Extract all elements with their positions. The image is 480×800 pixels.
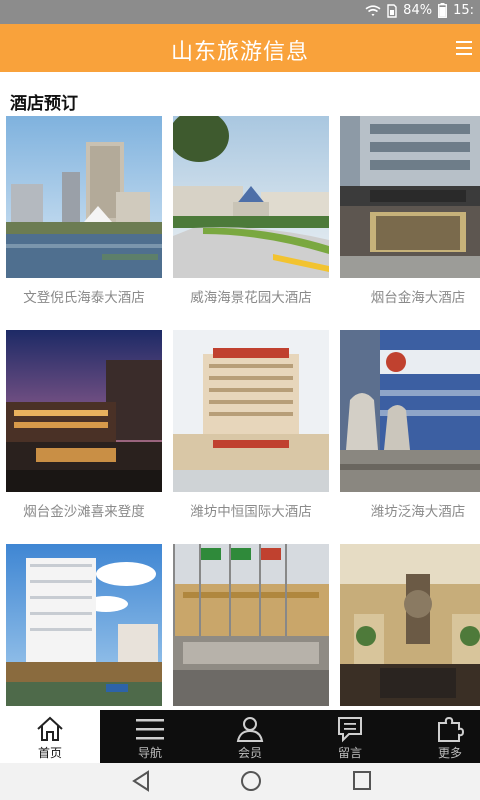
hotel-card[interactable]: 潍坊泛海大酒店 [340, 330, 480, 536]
tab-message[interactable]: 留言 [300, 710, 400, 763]
hotel-name: 烟台金海大酒店 [370, 290, 466, 306]
puzzle-icon [438, 716, 465, 742]
back-icon[interactable] [131, 770, 151, 792]
tab-home[interactable]: 首页 [0, 710, 100, 763]
hotel-photo [340, 116, 480, 278]
tab-more[interactable]: 更多 [400, 710, 480, 763]
hotel-photo [173, 116, 329, 278]
app-header: 山东旅游信息 [0, 24, 480, 72]
hotel-name: 潍坊中恒国际大酒店 [190, 504, 312, 520]
wifi-icon [365, 4, 381, 16]
hotel-photo [340, 544, 480, 706]
hotel-card[interactable]: 潍坊中恒国际大酒店 [173, 330, 329, 536]
home-circle-icon[interactable] [240, 770, 262, 792]
status-bar: 84% 15: [0, 0, 480, 24]
home-icon [37, 716, 63, 741]
menu-icon-line [456, 53, 472, 55]
tab-label: 首页 [37, 746, 62, 760]
hotel-photo [6, 330, 162, 492]
hotel-photo [6, 116, 162, 278]
recents-icon[interactable] [352, 770, 372, 792]
user-icon [236, 717, 264, 742]
clock: 15: [453, 3, 474, 18]
tab-label: 更多 [437, 746, 462, 760]
status-icons: 84% 15: [365, 3, 474, 18]
tab-member[interactable]: 会员 [200, 710, 300, 763]
system-nav-bar [0, 763, 480, 800]
battery-percent: 84% [403, 3, 433, 18]
app-title: 山东旅游信息 [170, 40, 309, 65]
menu-button[interactable] [454, 36, 476, 58]
bottom-tab-bar: 首页 导航 会员 留言 更多 [0, 710, 480, 763]
hotel-card[interactable]: 威海海景花园大酒店 [173, 116, 329, 322]
section-title: 酒店预订 [10, 94, 78, 114]
tab-label: 会员 [237, 746, 262, 760]
tab-label: 留言 [337, 746, 362, 760]
sim-icon [387, 3, 397, 18]
hotel-name: 烟台金沙滩喜来登度 [23, 504, 145, 520]
hotel-name: 威海海景花园大酒店 [190, 290, 312, 306]
hotel-card[interactable]: 烟台金海大酒店 [340, 116, 480, 322]
menu-icon [456, 41, 472, 43]
menu-icon-line [456, 47, 472, 49]
battery-icon [438, 3, 448, 18]
list-icon [136, 719, 164, 740]
hotel-photo [6, 544, 162, 706]
hotel-card[interactable]: 文登倪氏海泰大酒店 [6, 116, 162, 322]
hotel-name: 文登倪氏海泰大酒店 [23, 290, 145, 306]
tab-label: 导航 [137, 746, 162, 760]
message-icon [338, 717, 362, 743]
hotel-card[interactable]: 烟台金沙滩喜来登度 [6, 330, 162, 536]
hotel-photo [173, 330, 329, 492]
hotel-photo [173, 544, 329, 706]
hotel-name: 潍坊泛海大酒店 [370, 504, 466, 520]
tab-navigation[interactable]: 导航 [100, 710, 200, 763]
hotel-photo [340, 330, 480, 492]
